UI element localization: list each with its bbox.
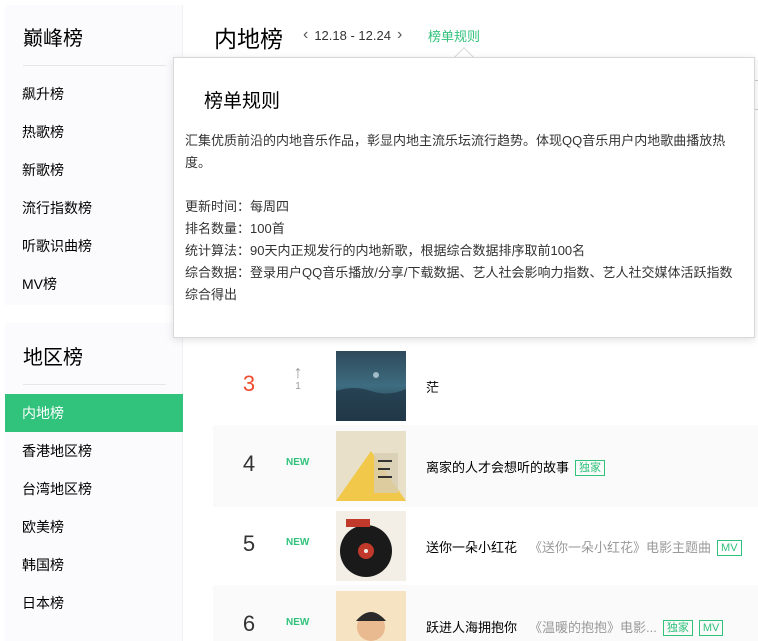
album-name[interactable]: 《送你一朵小红花》电影主题曲 (529, 540, 711, 555)
sidebar-item-mainland[interactable]: 内地榜 (5, 394, 183, 432)
rules-data-basis: 综合数据：登录用户QQ音乐播放/分享/下载数据、艺人社会影响力指数、艺人社交媒体… (185, 265, 733, 302)
sidebar-item-mv[interactable]: MV榜 (5, 265, 183, 303)
sidebar-divider (23, 384, 166, 385)
song-title[interactable]: 茫 (426, 377, 439, 396)
album-cover[interactable] (336, 591, 406, 641)
song-name[interactable]: 茫 (426, 380, 439, 395)
sidebar-section-region-title: 地区榜 (23, 347, 83, 369)
rules-description: 汇集优质前沿的内地音乐作品，彰显内地主流乐坛流行趋势。体现QQ音乐用户内地歌曲播… (185, 133, 726, 170)
trend-new-badge: NEW (286, 617, 310, 628)
sidebar-item-popular-index[interactable]: 流行指数榜 (5, 189, 183, 227)
song-row[interactable]: 3 ↑ 1 茫 (213, 345, 758, 427)
song-name[interactable]: 离家的人才会想听的故事 (426, 460, 569, 475)
sidebar-item-taiwan[interactable]: 台湾地区榜 (5, 470, 183, 508)
sidebar-item-new[interactable]: 新歌榜 (5, 151, 183, 189)
popup-body: 汇集优质前沿的内地音乐作品，彰显内地主流乐坛流行趋势。体现QQ音乐用户内地歌曲播… (185, 130, 745, 306)
trend-up-icon: ↑ 1 (289, 363, 307, 393)
exclusive-tag: 独家 (662, 620, 693, 636)
trend-new-badge: NEW (286, 457, 310, 468)
song-row[interactable]: 6 NEW 跃进人海拥抱你 《温暖的抱抱》电影... 独家 MV (213, 585, 758, 641)
sidebar-item-japan[interactable]: 日本榜 (5, 584, 183, 622)
sidebar-item-hongkong[interactable]: 香港地区榜 (5, 432, 183, 470)
chart-rules-link[interactable]: 榜单规则 (428, 26, 480, 45)
song-title[interactable]: 离家的人才会想听的故事 独家 (426, 457, 606, 476)
song-name[interactable]: 送你一朵小红花 (426, 540, 517, 555)
mv-tag[interactable]: MV (717, 540, 742, 556)
sidebar-divider (23, 65, 166, 66)
exclusive-tag: 独家 (575, 460, 606, 476)
sidebar-item-hot[interactable]: 热歌榜 (5, 113, 183, 151)
song-rank: 3 (242, 371, 256, 396)
chevron-right-icon[interactable]: › (397, 26, 402, 44)
song-row[interactable]: 5 NEW 送你一朵小红花 《送你一朵小红花》电影主题曲 MV (213, 505, 758, 587)
mv-tag[interactable]: MV (698, 620, 724, 636)
album-cover[interactable] (336, 351, 406, 421)
song-rank: 5 (242, 531, 256, 556)
album-name[interactable]: 《温暖的抱抱》电影... (529, 620, 657, 635)
song-title[interactable]: 送你一朵小红花 《送你一朵小红花》电影主题曲 MV (426, 537, 742, 556)
popup-title: 榜单规则 (204, 91, 281, 112)
trend-change: 1 (295, 381, 301, 392)
song-row[interactable]: 4 NEW 离家的人才会想听的故事 独家 (213, 425, 758, 507)
sidebar-item-western[interactable]: 欧美榜 (5, 508, 183, 546)
sidebar-section-peak-title: 巅峰榜 (23, 28, 83, 50)
page-title: 内地榜 (214, 26, 283, 52)
sidebar-item-korea[interactable]: 韩国榜 (5, 546, 183, 584)
album-cover[interactable] (336, 431, 406, 501)
album-cover[interactable] (336, 511, 406, 581)
chart-rules-popup: 榜单规则 汇集优质前沿的内地音乐作品，彰显内地主流乐坛流行趋势。体现QQ音乐用户… (173, 57, 755, 338)
rules-rank-count: 排名数量：100首 (185, 221, 285, 236)
chevron-left-icon[interactable]: ‹ (303, 26, 308, 44)
sidebar-item-soaring[interactable]: 飙升榜 (5, 75, 183, 113)
chart-sidebar: 巅峰榜 飙升榜 热歌榜 新歌榜 流行指数榜 听歌识曲榜 MV榜 地区榜 内地榜 … (5, 5, 183, 641)
song-rank: 6 (242, 611, 256, 636)
song-title[interactable]: 跃进人海拥抱你 《温暖的抱抱》电影... 独家 MV (426, 617, 724, 636)
song-rank: 4 (242, 451, 256, 476)
song-name[interactable]: 跃进人海拥抱你 (426, 620, 517, 635)
trend-new-badge: NEW (286, 537, 310, 548)
date-navigator: ‹ 12.18 - 12.24 › (303, 26, 402, 44)
sidebar-item-song-recognition[interactable]: 听歌识曲榜 (5, 227, 183, 265)
sidebar-section-gap (5, 305, 183, 323)
rules-algorithm: 统计算法：90天内正规发行的内地新歌，根据综合数据排序取前100名 (185, 243, 586, 258)
date-range: 12.18 - 12.24 (314, 27, 391, 43)
rules-update-time: 更新时间：每周四 (185, 199, 290, 214)
